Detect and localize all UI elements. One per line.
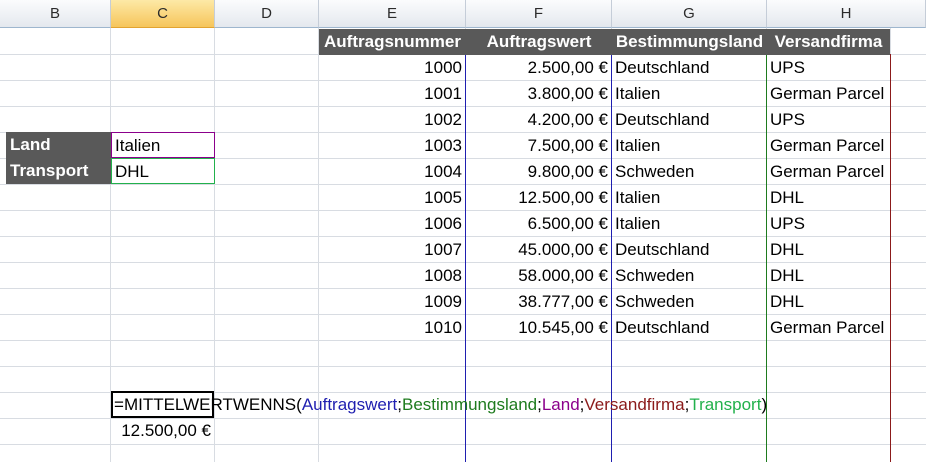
gridline: [0, 444, 926, 445]
column-header-f[interactable]: F: [466, 0, 612, 28]
cell-versandfirma[interactable]: DHL: [767, 263, 890, 288]
cell-bestimmungsland[interactable]: Deutschland: [612, 315, 767, 340]
cell-auftragswert[interactable]: 4.200,00 €: [466, 107, 612, 132]
formula-close: ): [761, 395, 768, 414]
cell-bestimmungsland[interactable]: Deutschland: [612, 107, 767, 132]
cell-auftragswert[interactable]: 2.500,00 €: [466, 55, 612, 80]
cell-versandfirma[interactable]: German Parcel: [767, 159, 890, 184]
cell-bestimmungsland[interactable]: Deutschland: [612, 55, 767, 80]
cell-bestimmungsland[interactable]: Italien: [612, 133, 767, 158]
cell-versandfirma[interactable]: UPS: [767, 211, 890, 236]
cell-versandfirma[interactable]: DHL: [767, 237, 890, 262]
cell-auftragsnummer[interactable]: 1010: [319, 315, 466, 340]
criteria-value-transport[interactable]: DHL: [111, 158, 215, 184]
formula-arg-auftragswert: Auftragswert: [301, 395, 398, 414]
cell-versandfirma[interactable]: German Parcel: [767, 133, 890, 158]
cell-versandfirma[interactable]: German Parcel: [767, 315, 890, 340]
header-auftragswert[interactable]: Auftragswert: [466, 29, 612, 55]
formula-arg-bestimmungsland: Bestimmungsland: [401, 395, 538, 414]
cell-auftragswert[interactable]: 7.500,00 €: [466, 133, 612, 158]
result-cell[interactable]: 12.500,00 €: [111, 418, 215, 444]
cell-auftragswert[interactable]: 6.500,00 €: [466, 211, 612, 236]
cell-versandfirma[interactable]: German Parcel: [767, 81, 890, 106]
formula-arg-land: Land: [541, 395, 580, 414]
cell-auftragswert[interactable]: 45.000,00 €: [466, 237, 612, 262]
cell-bestimmungsland[interactable]: Deutschland: [612, 237, 767, 262]
cell-auftragswert[interactable]: 9.800,00 €: [466, 159, 612, 184]
cell-auftragsnummer[interactable]: 1007: [319, 237, 466, 262]
criteria-label-transport[interactable]: Transport: [6, 158, 111, 184]
cell-bestimmungsland[interactable]: Schweden: [612, 159, 767, 184]
cell-versandfirma[interactable]: UPS: [767, 107, 890, 132]
gridline: [0, 366, 926, 367]
cell-auftragswert[interactable]: 12.500,00 €: [466, 185, 612, 210]
cell-auftragsnummer[interactable]: 1001: [319, 81, 466, 106]
cell-auftragsnummer[interactable]: 1004: [319, 159, 466, 184]
cell-auftragswert[interactable]: 58.000,00 €: [466, 263, 612, 288]
cell-auftragsnummer[interactable]: 1002: [319, 107, 466, 132]
column-header-e[interactable]: E: [319, 0, 466, 28]
column-header-b[interactable]: B: [0, 0, 111, 28]
cell-auftragsnummer[interactable]: 1003: [319, 133, 466, 158]
cell-auftragsnummer[interactable]: 1005: [319, 185, 466, 210]
criteria-label-land[interactable]: Land: [6, 132, 111, 158]
spreadsheet-grid[interactable]: B C D E F G H Auftragsnummer Auftragswer…: [0, 0, 926, 462]
header-versandfirma[interactable]: Versandfirma: [767, 29, 890, 55]
cell-bestimmungsland[interactable]: Italien: [612, 81, 767, 106]
header-bestimmungsland[interactable]: Bestimmungsland: [612, 29, 767, 55]
cell-bestimmungsland[interactable]: Italien: [612, 211, 767, 236]
range-border-versandfirma-right: [890, 54, 891, 462]
column-header-c[interactable]: C: [111, 0, 215, 28]
column-header-g[interactable]: G: [612, 0, 767, 28]
criteria-value-land[interactable]: Italien: [111, 132, 215, 158]
cell-bestimmungsland[interactable]: Italien: [612, 185, 767, 210]
cell-auftragsnummer[interactable]: 1000: [319, 55, 466, 80]
formula-arg-transport: Transport: [689, 395, 762, 414]
cell-auftragswert[interactable]: 3.800,00 €: [466, 81, 612, 106]
cell-auftragsnummer[interactable]: 1008: [319, 263, 466, 288]
formula-arg-versandfirma: Versandfirma: [584, 395, 685, 414]
gridline: [0, 340, 926, 341]
column-header-h[interactable]: H: [767, 0, 926, 28]
cell-auftragsnummer[interactable]: 1009: [319, 289, 466, 314]
cell-auftragswert[interactable]: 10.545,00 €: [466, 315, 612, 340]
column-header-d[interactable]: D: [215, 0, 319, 28]
cell-versandfirma[interactable]: DHL: [767, 289, 890, 314]
cell-auftragswert[interactable]: 38.777,00 €: [466, 289, 612, 314]
cell-versandfirma[interactable]: UPS: [767, 55, 890, 80]
active-cell[interactable]: [111, 391, 214, 418]
cell-bestimmungsland[interactable]: Schweden: [612, 263, 767, 288]
cell-bestimmungsland[interactable]: Schweden: [612, 289, 767, 314]
cell-versandfirma[interactable]: DHL: [767, 185, 890, 210]
header-auftragsnummer[interactable]: Auftragsnummer: [319, 29, 466, 55]
cell-auftragsnummer[interactable]: 1006: [319, 211, 466, 236]
